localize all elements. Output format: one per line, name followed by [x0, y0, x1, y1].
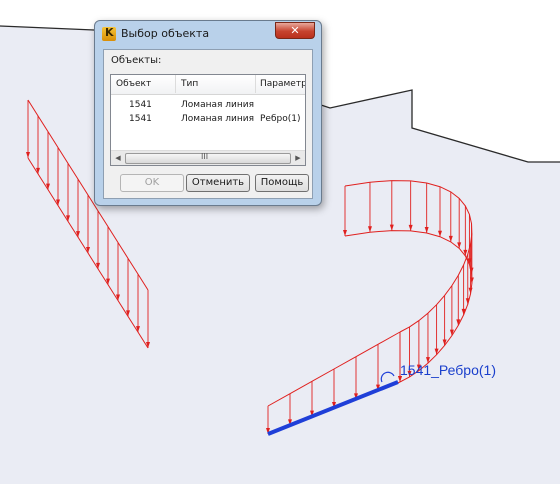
column-header-type[interactable]: Тип [181, 79, 198, 89]
list-header: Объект Тип Параметр. [111, 75, 305, 95]
dialog-title: Выбор объекта [121, 27, 210, 40]
close-button[interactable]: ✕ [275, 22, 315, 39]
scroll-left-icon[interactable]: ◀ [112, 152, 124, 164]
cell-type: Ломаная линия [181, 100, 255, 110]
column-header-object[interactable]: Объект [116, 79, 151, 89]
column-divider[interactable] [255, 75, 256, 93]
app-logo-icon: K [102, 26, 116, 41]
grip-icon: III [201, 152, 209, 161]
scroll-thumb[interactable]: III [125, 152, 291, 164]
list-item[interactable]: 1541 Ломаная линия Ребро(1) [111, 113, 305, 127]
cell-object: 1541 [129, 114, 152, 124]
column-divider[interactable] [175, 75, 176, 93]
list-item[interactable]: 1541 Ломаная линия [111, 99, 305, 113]
objects-list[interactable]: Объект Тип Параметр. 1541 Ломаная линия … [110, 74, 306, 166]
objects-label: Объекты: [111, 55, 162, 66]
column-header-param[interactable]: Параметр. [260, 79, 305, 89]
close-icon: ✕ [290, 24, 300, 37]
cell-type: Ломаная линия [181, 114, 255, 124]
scroll-right-icon[interactable]: ▶ [292, 152, 304, 164]
edge-label: 1541_Ребро(1) [400, 362, 496, 378]
horizontal-scrollbar[interactable]: ◀ III ▶ [111, 150, 305, 165]
dialog-titlebar[interactable]: K Выбор объекта ✕ [95, 21, 321, 47]
cell-object: 1541 [129, 100, 152, 110]
select-object-dialog: K Выбор объекта ✕ Объекты: Объект Тип Па… [94, 20, 322, 206]
help-button[interactable]: Помощь [255, 174, 309, 192]
cell-param: Ребро(1) [260, 114, 301, 124]
ok-button[interactable]: OK [120, 174, 184, 192]
cancel-button[interactable]: Отменить [186, 174, 250, 192]
dialog-body: Объекты: Объект Тип Параметр. 1541 Ломан… [103, 49, 313, 199]
